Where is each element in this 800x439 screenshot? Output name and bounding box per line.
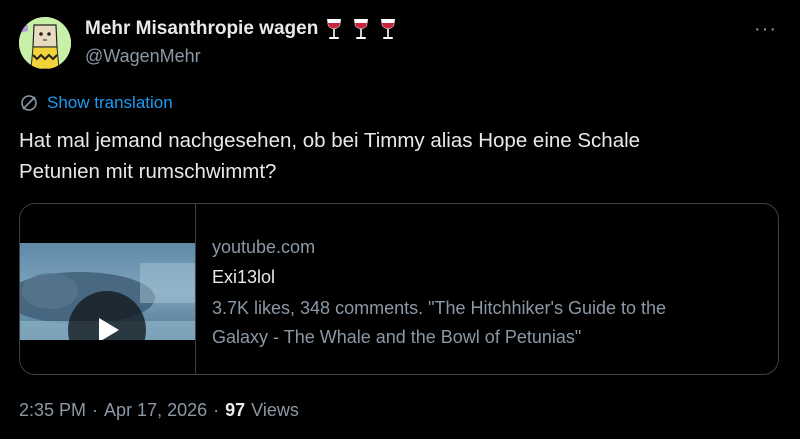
avatar-image: [19, 17, 71, 69]
more-options-button[interactable]: ···: [754, 18, 777, 41]
card-thumbnail[interactable]: [20, 204, 196, 374]
card-description: 3.7K likes, 348 comments. "The Hitchhike…: [212, 294, 762, 352]
card-info[interactable]: youtube.com Exi13lol 3.7K likes, 348 com…: [212, 234, 762, 352]
views-label: Views: [251, 400, 299, 420]
card-title: Exi13lol: [212, 267, 276, 287]
card-description-line: 3.7K likes, 348 comments. "The Hitchhike…: [212, 298, 667, 318]
wine-glass-icon: [381, 19, 396, 39]
translate-icon: [21, 95, 37, 111]
tweet-meta: 2:35 PM · Apr 17, 2026 · 97 Views: [19, 400, 299, 421]
tweet-text-line: Petunien mit rumschwimmt?: [19, 160, 277, 183]
author-display-name[interactable]: Mehr Misanthropie wagen: [85, 18, 318, 40]
show-translation-label[interactable]: Show translation: [47, 93, 173, 113]
tweet-time[interactable]: 2:35 PM: [19, 400, 86, 421]
meta-separator: ·: [92, 400, 99, 420]
wine-glass-icon: [327, 19, 342, 39]
views-count: 97: [225, 400, 246, 420]
video-thumbnail-image: [20, 243, 195, 340]
wine-glass-icon: [354, 19, 369, 39]
show-translation-button[interactable]: Show translation: [19, 93, 173, 113]
tweet-date[interactable]: Apr 17, 2026: [104, 400, 207, 421]
play-icon: [99, 318, 119, 340]
meta-separator: ·: [213, 400, 220, 420]
author-name-row[interactable]: Mehr Misanthropie wagen: [85, 17, 399, 41]
tweet-text-line: Hat mal jemand nachgesehen, ob bei Timmy…: [19, 129, 641, 152]
tweet-text: Hat mal jemand nachgesehen, ob bei Timmy…: [19, 125, 759, 187]
card-description-line: Galaxy - The Whale and the Bowl of Petun…: [212, 327, 582, 347]
author-handle[interactable]: @WagenMehr: [85, 46, 201, 67]
link-preview-card[interactable]: youtube.com Exi13lol 3.7K likes, 348 com…: [19, 203, 779, 375]
avatar[interactable]: [19, 17, 71, 69]
card-domain: youtube.com: [212, 237, 316, 257]
